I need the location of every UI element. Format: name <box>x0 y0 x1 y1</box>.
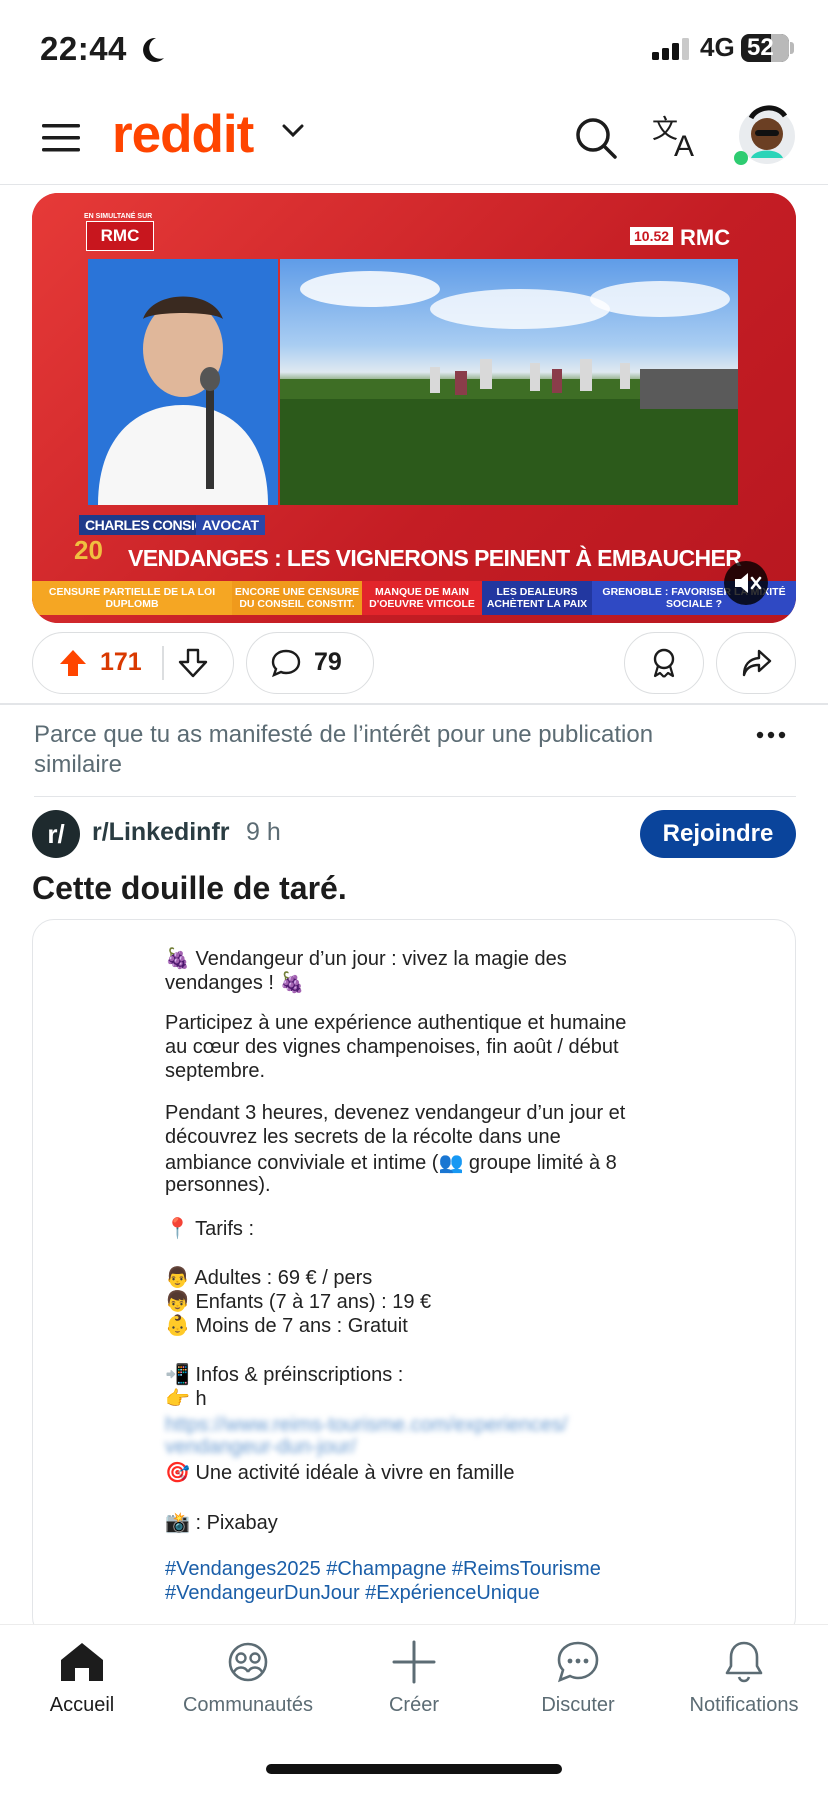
channel-time: 10.52 <box>630 227 674 245</box>
image-text-line: au cœur des vignes champenoises, fin aoû… <box>165 1036 619 1058</box>
chat-icon <box>557 1641 599 1683</box>
post-time: 9 h <box>246 818 281 846</box>
nav-label: Accueil <box>49 1694 115 1716</box>
nav-label: Notifications <box>689 1694 799 1716</box>
post-image[interactable]: 🍇 Vendangeur d’un jour : vivez la magie … <box>32 919 796 1639</box>
menu-icon[interactable] <box>42 122 82 154</box>
image-text-line: 📸 : Pixabay <box>165 1512 278 1534</box>
image-text-line: Pendant 3 heures, devenez vendangeur d’u… <box>165 1102 626 1124</box>
anniversary-badge: 20 <box>74 535 103 565</box>
subreddit-name[interactable]: r/Linkedinfr <box>92 818 230 847</box>
ticker-item: LES DEALEURS ACHÈTENT LA PAIX <box>482 581 592 615</box>
home-indicator <box>266 1764 562 1774</box>
comments-button[interactable] <box>246 632 374 694</box>
image-text-line: 👨 Adultes : 69 € / pers <box>165 1267 373 1289</box>
hashtags-line: #Vendanges2025 #Champagne #ReimsTourisme <box>165 1558 601 1580</box>
post-title[interactable]: Cette douille de taré. <box>32 870 347 907</box>
channel-logo: RMC <box>86 221 154 251</box>
section-divider <box>0 703 828 705</box>
vote-separator <box>162 646 164 680</box>
avatar[interactable] <box>733 100 795 172</box>
ticker-item: CENSURE PARTIELLE DE LA LOI DUPLOMB <box>32 581 232 615</box>
ticker-item: MANQUE DE MAIN D'OEUVRE VITICOLE <box>362 581 482 615</box>
channel-small-text: EN SIMULTANÉ SUR <box>84 213 153 220</box>
join-button[interactable]: Rejoindre <box>640 810 796 858</box>
nav-label: Communautés <box>182 1694 314 1716</box>
share-icon <box>742 649 772 677</box>
award-icon <box>653 648 675 678</box>
nav-label: Discuter <box>541 1694 615 1716</box>
reddit-logo[interactable]: reddit <box>112 104 254 165</box>
lower-third-role: AVOCAT <box>196 515 266 535</box>
moon-icon <box>143 37 164 62</box>
battery-indicator: 52 <box>741 34 789 62</box>
status-time: 22:44 <box>40 30 127 67</box>
image-text-line: 📲 Infos & préinscriptions : <box>165 1364 404 1386</box>
suggestion-reason: Parce que tu as manifesté de l’intérêt p… <box>34 721 654 778</box>
chevron-down-icon[interactable] <box>282 124 304 138</box>
svg-text:A: A <box>674 130 694 160</box>
image-text-line: personnes). <box>165 1174 271 1196</box>
image-text-line: ambiance conviviale et intime (👥 groupe … <box>165 1152 617 1174</box>
blurred-link: https://www.reims-tourisme.com/experienc… <box>165 1414 568 1458</box>
image-text-line: 📍 Tarifs : <box>165 1218 254 1240</box>
bell-icon <box>725 1641 763 1683</box>
vote-count: 171 <box>100 648 142 676</box>
image-text-line: 🍇 Vendangeur d’un jour : vivez la magie … <box>165 948 567 970</box>
image-text-line: 👦 Enfants (7 à 17 ans) : 19 € <box>165 1291 432 1313</box>
signal-icon <box>652 38 689 60</box>
video-vineyard-panel <box>280 259 738 505</box>
more-options-icon[interactable] <box>756 728 786 742</box>
search-icon[interactable] <box>574 116 618 160</box>
network-type: 4G <box>700 32 735 62</box>
comment-count: 79 <box>314 648 342 676</box>
subreddit-avatar[interactable]: r/ <box>32 810 80 858</box>
image-text-line: découvrez les secrets de la récolte dans… <box>165 1126 561 1148</box>
header-divider <box>0 184 828 185</box>
nav-notifications[interactable]: Notifications <box>664 1640 824 1717</box>
ticker-item: ENCORE UNE CENSURE DU CONSEIL CONSTIT. <box>232 581 362 615</box>
image-text-line: Participez à une expérience authentique … <box>165 1012 627 1034</box>
video-speaker-panel <box>88 259 278 505</box>
upvote-icon[interactable] <box>58 648 88 678</box>
news-ticker: CENSURE PARTIELLE DE LA LOI DUPLOMB ENCO… <box>32 581 796 615</box>
downvote-icon[interactable] <box>178 648 208 678</box>
plus-icon <box>392 1640 436 1684</box>
video-player[interactable]: EN SIMULTANÉ SUR RMC RMC 10.52 CHARLES C… <box>32 193 796 623</box>
comment-icon[interactable] <box>270 648 302 678</box>
nav-communities[interactable]: Communautés <box>168 1640 328 1717</box>
suggestion-divider <box>34 796 796 797</box>
hashtags-line: #VendangeurDunJour #ExpérienceUnique <box>165 1582 540 1604</box>
image-text-line: 👉 h <box>165 1388 207 1410</box>
translate-icon[interactable]: 文 A <box>652 114 702 160</box>
nav-chat[interactable]: Discuter <box>498 1640 658 1717</box>
image-text-line: 👶 Moins de 7 ans : Gratuit <box>165 1315 408 1337</box>
home-icon <box>61 1643 103 1681</box>
image-text-line: septembre. <box>165 1060 266 1082</box>
communities-icon <box>228 1642 268 1682</box>
battery-tip <box>790 42 794 54</box>
nav-home[interactable]: Accueil <box>2 1640 162 1717</box>
nav-label: Créer <box>388 1694 439 1716</box>
mute-icon[interactable] <box>724 561 768 605</box>
image-text-line: 🎯 Une activité idéale à vivre en famille <box>165 1462 515 1484</box>
video-headline: VENDANGES : LES VIGNERONS PEINENT À EMBA… <box>128 545 742 571</box>
share-button[interactable] <box>716 632 796 694</box>
nav-create[interactable]: Créer <box>334 1640 494 1717</box>
image-text-line: vendanges ! 🍇 <box>165 972 305 994</box>
award-button[interactable] <box>624 632 704 694</box>
